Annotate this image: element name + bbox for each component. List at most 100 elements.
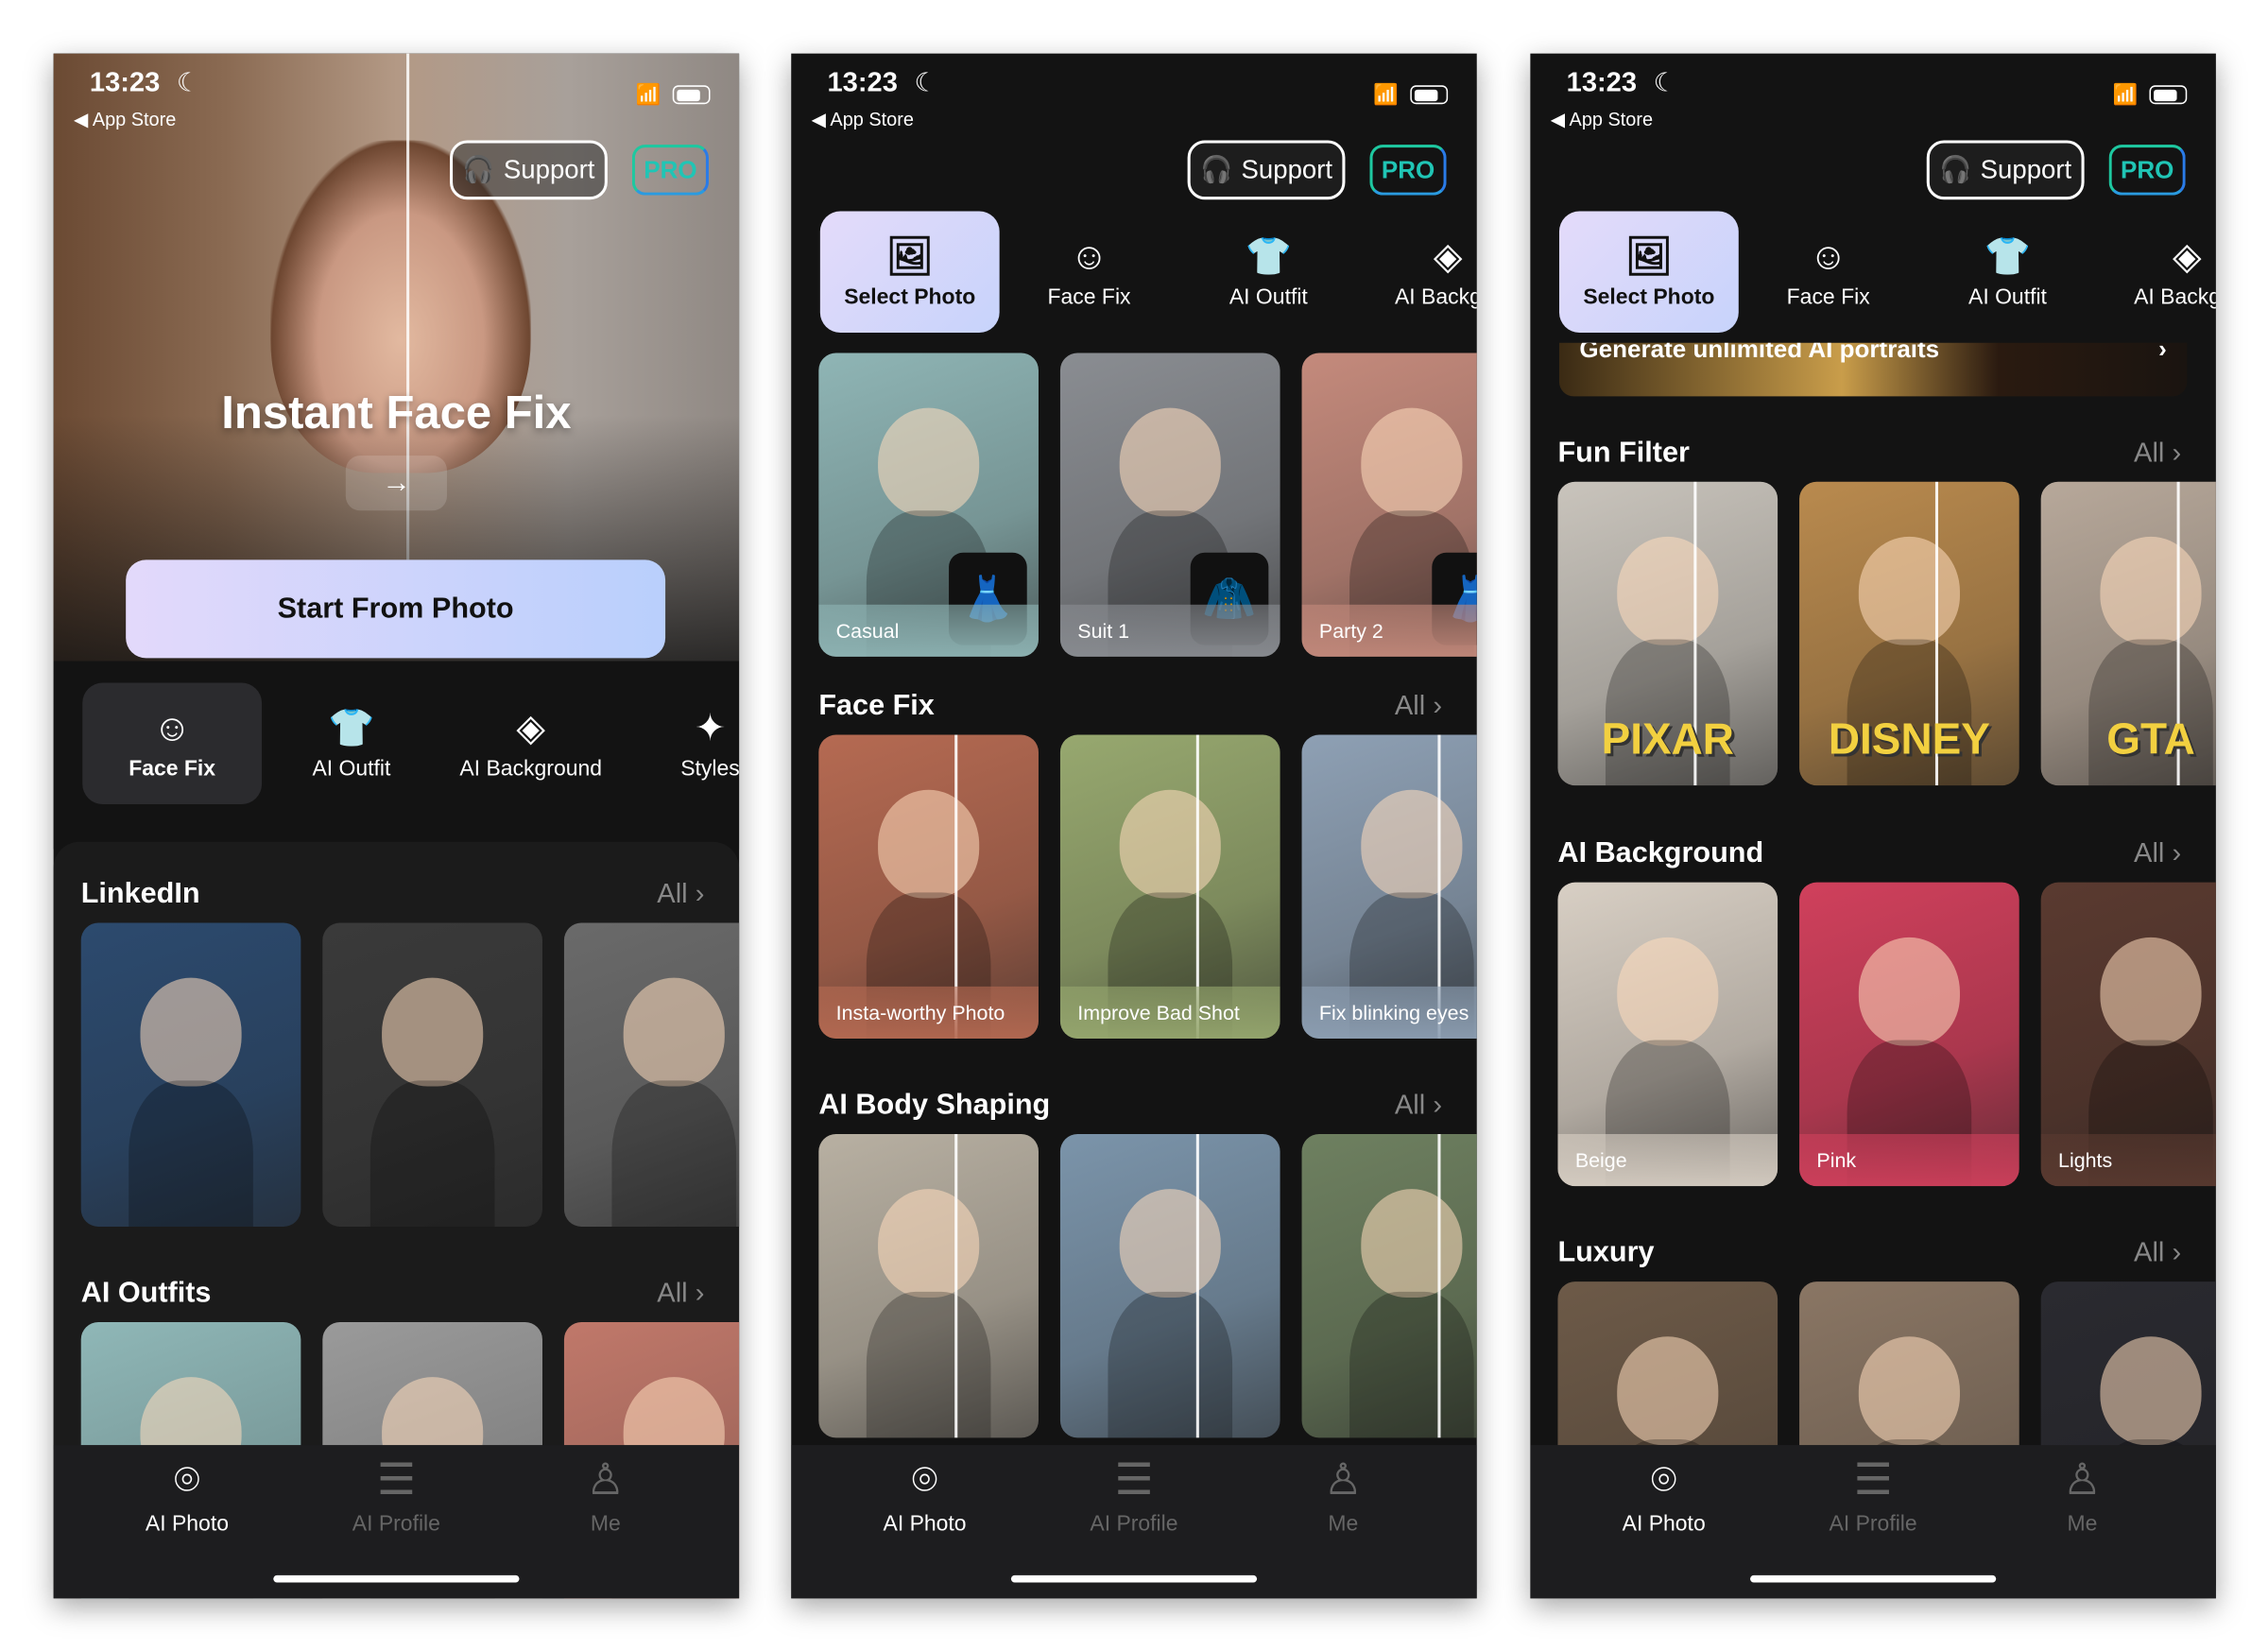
nav-ai-photo[interactable]: ⌾ AI Photo [100, 1445, 274, 1598]
portrait-figure [382, 977, 484, 1088]
section-title: Luxury [1557, 1236, 1655, 1269]
section-all-link[interactable]: All › [1395, 692, 1442, 724]
nav-me[interactable]: ♙ Me [1257, 1445, 1431, 1598]
template-card[interactable]: Beige [1557, 882, 1778, 1187]
template-card[interactable] [563, 922, 740, 1227]
section-all-link[interactable]: All › [657, 1279, 704, 1311]
headset-icon: 🎧 [462, 154, 495, 184]
chevron-right-icon: › [2164, 438, 2182, 469]
card-row: Insta-worthy Photo Improve Bad Shot Fix bl… [818, 734, 1477, 1039]
section-all-link[interactable]: All › [2134, 439, 2181, 471]
hero-title: Instant Face Fix [221, 386, 572, 439]
back-to-app-store[interactable]: ◀ App Store [1551, 109, 1653, 131]
section-title: AI Outfits [80, 1277, 212, 1310]
tab-label: AI Background [459, 755, 603, 781]
tab-label: Face Fix [129, 755, 216, 781]
support-label: Support [1241, 154, 1333, 184]
feature-tabs: 🖼 Select Photo ☺ Face Fix 👕 AI Outfit ◈ AI Back… [1558, 211, 2216, 334]
pro-badge-button[interactable]: PRO [1369, 145, 1447, 196]
nav-label: Me [590, 1511, 621, 1537]
pro-badge-button[interactable]: PRO [631, 145, 709, 196]
tab-ai-outfit[interactable]: 👕 AI Outfit [262, 682, 441, 804]
portrait-figure [878, 407, 980, 518]
promo-banner[interactable]: Generate unlimited AI portraits › [1558, 342, 2188, 397]
template-card[interactable]: 👗Party 2 [1301, 353, 1477, 657]
template-card[interactable]: 👗 Casual [818, 353, 1039, 657]
battery-icon [2149, 85, 2188, 105]
support-button[interactable]: 🎧 Support [1926, 140, 2085, 200]
template-card[interactable]: PIXAR [1557, 481, 1778, 786]
tab-face-fix[interactable]: ☺ Face Fix [1000, 211, 1179, 333]
shirt-icon: 👕 [1984, 233, 2032, 278]
filter-logo: GTA [2106, 715, 2195, 765]
nav-me[interactable]: ♙ Me [1996, 1445, 2170, 1598]
tab-face-fix[interactable]: ☺ Face Fix [82, 682, 263, 805]
section-title: Fun Filter [1557, 437, 1690, 469]
template-card[interactable]: 🧥 Suit 1 [1059, 353, 1280, 657]
nav-label: AI Profile [352, 1511, 440, 1537]
all-label: All [657, 1279, 688, 1310]
home-indicator [1750, 1574, 1997, 1583]
portrait-figure [1858, 937, 1960, 1047]
nav-label: AI Profile [1829, 1511, 1917, 1537]
template-card[interactable]: Pink [1799, 882, 2019, 1187]
template-card[interactable]: Insta-worthy Photo [818, 734, 1039, 1039]
tab-ai-backgro[interactable]: ◈ AI Backgro [1358, 211, 1477, 333]
card-label: Casual [818, 604, 1039, 657]
template-card[interactable]: Fix blinking eyes [1301, 734, 1477, 1039]
headset-icon: 🎧 [1200, 154, 1233, 184]
tab-label: Select Photo [1583, 284, 1715, 309]
support-button[interactable]: 🎧 Support [450, 140, 608, 200]
section-all-link[interactable]: All › [657, 880, 704, 912]
banner-text: Generate unlimited AI portraits [1579, 342, 1940, 364]
support-button[interactable]: 🎧 Support [1187, 140, 1346, 200]
back-to-app-store[interactable]: ◀ App Store [812, 109, 914, 131]
start-from-photo-button[interactable]: Start From Photo [126, 559, 666, 659]
tab-ai-background[interactable]: ◈ AI Background [441, 682, 621, 804]
stack-icon: ☰ [1114, 1456, 1154, 1505]
before-after-divider [954, 1133, 958, 1438]
system-status-icons: 📶 [2113, 82, 2188, 107]
phone-screen-filters: Generate unlimited AI portraits › 13:23 ☾ ◀ … [1530, 53, 2216, 1599]
template-card[interactable]: Lights [2040, 882, 2216, 1187]
person-icon: ♙ [2062, 1456, 2103, 1505]
template-card[interactable] [1059, 1133, 1280, 1438]
section-all-link[interactable]: All › [2134, 1238, 2181, 1270]
layers-icon: ◈ [1433, 233, 1463, 278]
person-icon: ♙ [1323, 1456, 1363, 1505]
pro-badge-button[interactable]: PRO [2108, 145, 2186, 196]
shirt-icon: 👕 [1245, 233, 1293, 278]
nav-me[interactable]: ♙ Me [519, 1445, 693, 1598]
layers-icon: ◈ [516, 705, 546, 749]
nav-ai-photo[interactable]: ⌾ AI Photo [1577, 1445, 1751, 1598]
section-all-link[interactable]: All › [1395, 1091, 1442, 1123]
tab-styles[interactable]: ✦ Styles [621, 682, 739, 804]
tab-face-fix[interactable]: ☺ Face Fix [1739, 211, 1918, 333]
portrait-figure [878, 789, 980, 900]
template-card[interactable] [80, 922, 301, 1227]
portrait-figure [1361, 1188, 1463, 1298]
tab-ai-backgro[interactable]: ◈ AI Backgro [2097, 211, 2216, 333]
tab-ai-outfit[interactable]: 👕 AI Outfit [1178, 211, 1358, 333]
all-label: All [2134, 838, 2165, 869]
tab-select-photo[interactable]: 🖼 Select Photo [1558, 211, 1739, 334]
template-card[interactable]: DISNEY [1799, 481, 2019, 786]
card-label: Pink [1799, 1133, 2019, 1187]
portrait-figure [1361, 789, 1463, 900]
nav-ai-photo[interactable]: ⌾ AI Photo [838, 1445, 1012, 1598]
portrait-body [1108, 1292, 1232, 1438]
tab-ai-outfit[interactable]: 👕 AI Outfit [1918, 211, 2098, 333]
portrait-figure [2100, 536, 2202, 646]
back-to-app-store[interactable]: ◀ App Store [74, 109, 176, 131]
template-card[interactable] [1301, 1133, 1477, 1438]
template-card[interactable]: GTA [2040, 481, 2216, 786]
battery-icon [1410, 85, 1449, 105]
template-card[interactable]: Improve Bad Shot [1059, 734, 1280, 1039]
tab-label: AI Outfit [1228, 284, 1308, 309]
template-card[interactable] [818, 1133, 1039, 1438]
arrow-right-icon: → [345, 456, 447, 511]
template-card[interactable] [322, 922, 542, 1227]
card-row [818, 1133, 1477, 1438]
tab-select-photo[interactable]: 🖼 Select Photo [819, 211, 1000, 334]
section-all-link[interactable]: All › [2134, 839, 2181, 871]
